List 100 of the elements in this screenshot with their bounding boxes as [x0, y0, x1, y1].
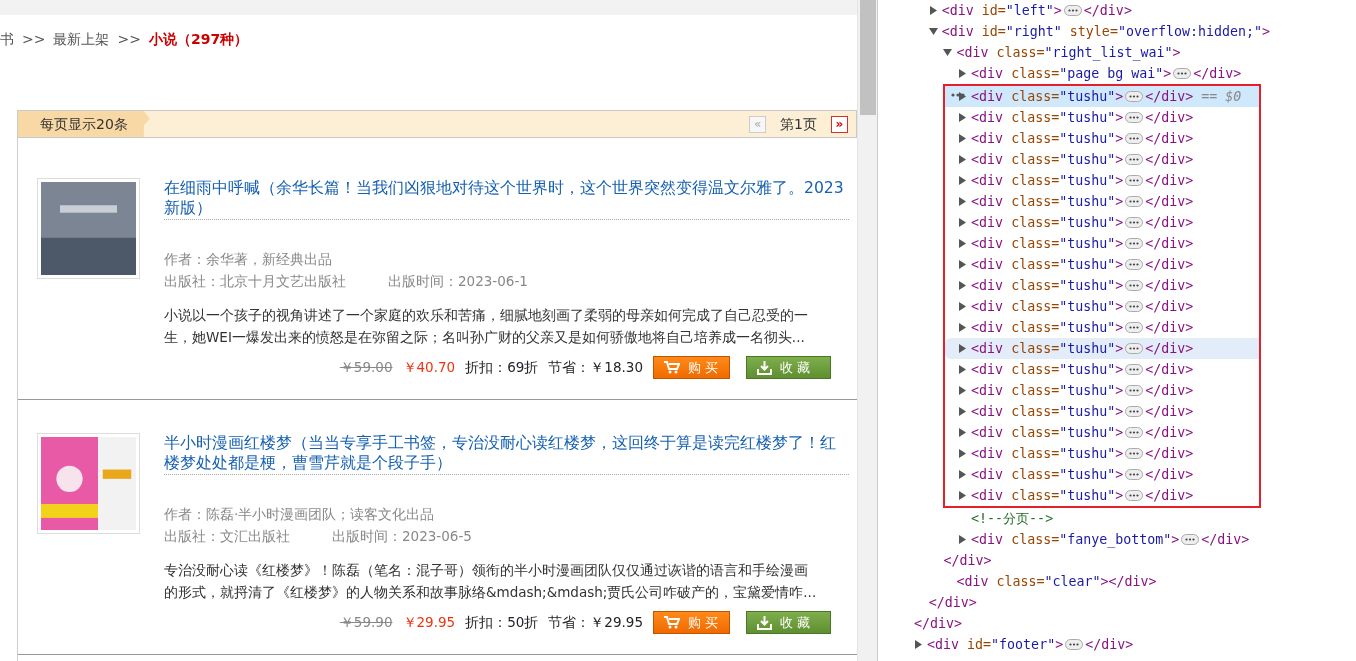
element-tag[interactable]: <div class="tushu"> </div>: [971, 296, 1194, 317]
element-tag[interactable]: <div class="tushu"> </div>: [971, 401, 1194, 422]
element-tag[interactable]: <div class="tushu"> </div>: [971, 149, 1194, 170]
element-tag[interactable]: <div class="tushu"> </div>: [971, 170, 1194, 191]
sale-price: ￥40.70: [402, 358, 456, 378]
element-tag[interactable]: <div class="fanye_bottom"> </div>: [971, 529, 1250, 550]
ellipsis-icon[interactable]: [1125, 175, 1144, 186]
element-tag[interactable]: <div id="left"> </div>: [941, 0, 1132, 21]
collapsed-arrow-icon[interactable]: [958, 428, 968, 437]
element-tag[interactable]: <div class="tushu"> </div>: [971, 233, 1194, 254]
collapsed-arrow-icon[interactable]: [958, 92, 968, 101]
collapsed-arrow-icon[interactable]: [958, 281, 968, 290]
collapsed-arrow-icon[interactable]: [958, 113, 968, 122]
ellipsis-icon[interactable]: [1125, 133, 1144, 144]
collapsed-arrow-icon[interactable]: [958, 197, 968, 206]
element-tag[interactable]: <div class="tushu"> </div>: [971, 443, 1194, 464]
collapsed-arrow-icon[interactable]: [914, 640, 923, 649]
saving-text: 节省：￥18.30: [548, 358, 643, 378]
element-tag[interactable]: <div class="tushu"> </div>: [971, 254, 1194, 275]
console-reference: == $0: [1201, 88, 1242, 106]
collapsed-arrow-icon[interactable]: [958, 407, 968, 416]
collapsed-arrow-icon[interactable]: [958, 365, 968, 374]
element-tag[interactable]: <div id="right" style="overflow:hidden;">: [941, 21, 1270, 42]
collapsed-arrow-icon[interactable]: [958, 470, 968, 479]
ellipsis-icon[interactable]: [1125, 448, 1144, 459]
collapsed-arrow-icon[interactable]: [958, 344, 968, 353]
ellipsis-icon[interactable]: [1125, 364, 1144, 375]
element-tag[interactable]: <div class="page bg wai"> </div>: [971, 63, 1242, 84]
book-publisher: 出版社：文汇出版社: [164, 527, 290, 546]
ellipsis-icon[interactable]: [1125, 112, 1144, 123]
collapsed-arrow-icon[interactable]: [958, 239, 968, 248]
element-tag[interactable]: <div class="tushu"> </div>: [971, 317, 1194, 338]
ellipsis-icon[interactable]: [1125, 91, 1144, 102]
ellipsis-icon[interactable]: [1125, 301, 1144, 312]
expanded-arrow-icon[interactable]: [928, 27, 938, 36]
breadcrumb-separator: >>: [117, 30, 141, 49]
element-tag[interactable]: <div class="tushu"> </div>: [971, 128, 1194, 149]
element-tag[interactable]: <div class="tushu"> </div>: [971, 464, 1194, 485]
collapsed-arrow-icon[interactable]: [958, 449, 968, 458]
element-tag[interactable]: <div class="tushu"> </div>: [971, 107, 1194, 128]
book-author: 作者：余华著，新经典出品: [164, 250, 333, 269]
ellipsis-icon[interactable]: [1065, 639, 1084, 650]
collapsed-arrow-icon[interactable]: [958, 491, 968, 500]
book-title-link[interactable]: 半小时漫画红楼梦（当当专享手工书签，专治没耐心读红楼梦，这回终于算是读完红楼梦了！红楼梦处处都是梗，曹雪芹就是个段子手）: [164, 433, 849, 475]
ellipsis-icon[interactable]: [1063, 5, 1082, 16]
book-publisher: 出版社：北京十月文艺出版社: [164, 272, 346, 291]
element-tag[interactable]: <div class="right_list_wai">: [956, 42, 1181, 63]
collapsed-arrow-icon[interactable]: [928, 6, 938, 15]
ellipsis-icon[interactable]: [1125, 385, 1144, 396]
element-tag[interactable]: <div class="clear"></div>: [956, 571, 1157, 592]
discount-text: 折扣：69折: [465, 358, 539, 378]
collapsed-arrow-icon[interactable]: [958, 176, 968, 185]
ellipsis-icon[interactable]: [1125, 490, 1144, 501]
cart-icon: [664, 616, 680, 629]
element-tag[interactable]: <div class="tushu"> </div>: [971, 359, 1194, 380]
scrollbar[interactable]: [857, 0, 877, 661]
cart-icon: [664, 361, 680, 374]
ellipsis-icon[interactable]: [1125, 217, 1144, 228]
collapsed-arrow-icon[interactable]: [958, 218, 968, 227]
expanded-arrow-icon[interactable]: [943, 48, 953, 57]
element-tag[interactable]: <div class="tushu"> </div>: [971, 191, 1194, 212]
breadcrumb-separator: >>: [22, 30, 46, 49]
ellipsis-icon[interactable]: [1125, 406, 1144, 417]
ellipsis-icon[interactable]: [1125, 322, 1144, 333]
page-number: 第1页: [780, 114, 817, 134]
ellipsis-icon[interactable]: [1125, 259, 1144, 270]
selected-element-tag[interactable]: <div class="tushu"> </div>: [971, 86, 1194, 107]
element-tag[interactable]: <div class="tushu"> </div>: [971, 275, 1194, 296]
element-tag[interactable]: <div id="footer"> </div>: [927, 634, 1134, 655]
list-price: ￥59.00: [339, 358, 393, 378]
ellipsis-icon[interactable]: [1125, 238, 1144, 249]
ellipsis-icon[interactable]: [1181, 534, 1200, 545]
book-description: 小说以一个孩子的视角讲述了一个家庭的欢乐和苦痛，细腻地刻画了柔弱的母亲如何完成了自己忍受的一生，她WEI一爆发出来的愤怒是在弥留之际；名叫孙广财的父亲又是如何骄傲地将自己培养成一名彻头...: [164, 306, 809, 347]
book-cover[interactable]: [37, 178, 140, 279]
element-tag[interactable]: <div class="tushu"> </div>: [971, 380, 1194, 401]
ellipsis-icon[interactable]: [1125, 196, 1144, 207]
collapsed-arrow-icon[interactable]: [958, 260, 968, 269]
book-title-link[interactable]: 在细雨中呼喊（余华长篇！当我们凶狠地对待这个世界时，这个世界突然变得温文尔雅了。2023新版）: [164, 178, 849, 220]
element-tag[interactable]: <div class="tushu"> </div>: [971, 422, 1194, 443]
collapsed-arrow-icon[interactable]: [958, 69, 968, 78]
ellipsis-icon[interactable]: [1125, 427, 1144, 438]
element-tag[interactable]: <div class="tushu"> </div>: [971, 485, 1194, 506]
element-tag[interactable]: <div class="tushu"> </div>: [971, 212, 1194, 233]
collapsed-arrow-icon[interactable]: [958, 134, 968, 143]
scrollbar-thumb[interactable]: [859, 0, 876, 115]
breadcrumb-link[interactable]: 最新上架: [53, 29, 110, 110]
collapsed-arrow-icon[interactable]: [958, 386, 968, 395]
collapsed-arrow-icon[interactable]: [958, 302, 968, 311]
ellipsis-icon[interactable]: [1125, 343, 1144, 354]
saving-text: 节省：￥29.95: [548, 613, 643, 633]
collapsed-arrow-icon[interactable]: [958, 155, 968, 164]
ellipsis-icon[interactable]: [1125, 469, 1144, 480]
ellipsis-icon[interactable]: [1125, 280, 1144, 291]
ellipsis-icon[interactable]: [1173, 68, 1192, 79]
collapsed-arrow-icon[interactable]: [958, 535, 968, 544]
ellipsis-icon[interactable]: [1125, 154, 1144, 165]
collapsed-arrow-icon[interactable]: [958, 323, 968, 332]
book-cover[interactable]: [37, 433, 140, 534]
next-page-button[interactable]: »: [831, 115, 848, 133]
breadcrumb-link[interactable]: 书: [0, 29, 14, 110]
